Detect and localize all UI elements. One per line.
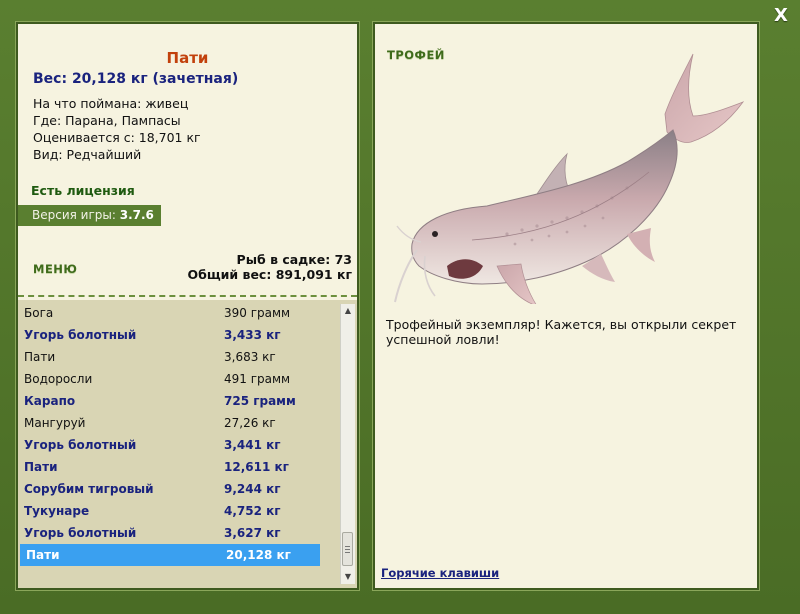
trophy-title: ТРОФЕЙ <box>387 48 445 62</box>
cage-count: Рыб в садке: 73 <box>236 252 352 267</box>
version-bar: Версия игры: 3.7.6 <box>18 205 161 226</box>
hotkeys-link[interactable]: Горячие клавиши <box>381 566 499 580</box>
fish-name-cell: Бога <box>24 306 54 320</box>
list-item[interactable]: Водоросли 491 грамм <box>18 368 338 390</box>
fish-weight-cell: 3,683 кг <box>224 350 276 364</box>
grip-line <box>345 552 350 553</box>
fish-name-cell: Карапо <box>24 394 76 408</box>
fish-weight-cell: 725 грамм <box>224 394 296 408</box>
list-item[interactable]: Тукунаре 4,752 кг <box>18 500 338 522</box>
list-item[interactable]: Пати 12,611 кг <box>18 456 338 478</box>
place-info: Где: Парана, Пампасы <box>33 113 181 128</box>
grip-line <box>345 546 350 547</box>
arrow-up-icon[interactable]: ▲ <box>341 304 355 318</box>
fish-weight-cell: 27,26 кг <box>224 416 276 430</box>
cage-total-weight: Общий вес: 891,091 кг <box>187 267 353 282</box>
trophy-panel: ТРОФЕЙ Трофейный экземпляр! Кажется, вы … <box>375 24 757 588</box>
fish-weight-cell: 390 грамм <box>224 306 291 320</box>
divider <box>18 295 357 297</box>
list-item[interactable]: Угорь болотный 3,433 кг <box>18 324 338 346</box>
fish-name-cell: Сорубим тигровый <box>24 482 154 496</box>
fish-weight-cell: 3,433 кг <box>224 328 281 342</box>
fish-weight-cell: 20,128 кг <box>226 548 291 562</box>
fish-image <box>394 53 745 304</box>
license-status: Есть лицензия <box>31 183 135 198</box>
fish-weight: Вес: 20,128 кг (зачетная) <box>33 71 239 87</box>
cage-stats: Рыб в садке: 73 Общий вес: 891,091 кг <box>188 252 353 282</box>
catch-list[interactable]: Бога 390 грамм Угорь болотный 3,433 кг Пати 3… <box>18 302 338 566</box>
scrollbar[interactable]: ▲ ▼ <box>340 304 355 584</box>
fish-weight-cell: 3,441 кг <box>224 438 281 452</box>
list-item[interactable]: Сорубим тигровый 9,244 кг <box>18 478 338 500</box>
list-item-selected[interactable]: Пати 20,128 кг <box>20 544 320 566</box>
fish-name-cell: Угорь болотный <box>24 438 137 452</box>
fish-weight-cell: 4,752 кг <box>224 504 281 518</box>
version-label: Версия игры: <box>32 208 116 222</box>
game-window: X Пати Вес: 20,128 кг (зачетная) На что … <box>0 0 800 614</box>
fish-name-cell: Пати <box>24 460 58 474</box>
bait-info: На что поймана: живец <box>33 96 189 111</box>
fish-name-cell: Пати <box>24 350 56 364</box>
fish-name-cell: Тукунаре <box>24 504 90 518</box>
fish-name-cell: Пати <box>26 548 60 562</box>
fish-name-cell: Угорь болотный <box>24 526 137 540</box>
list-item[interactable]: Угорь болотный 3,627 кг <box>18 522 338 544</box>
grip-line <box>345 549 350 550</box>
fish-name-cell: Водоросли <box>24 372 93 386</box>
list-item[interactable]: Карапо 725 грамм <box>18 390 338 412</box>
list-item[interactable]: Пати 3,683 кг <box>18 346 338 368</box>
list-item[interactable]: Бога 390 грамм <box>18 302 338 324</box>
fish-name-cell: Угорь болотный <box>24 328 137 342</box>
kind-info: Вид: Редчайший <box>33 147 142 162</box>
version-value: 3.7.6 <box>119 208 154 222</box>
fish-weight-cell: 491 грамм <box>224 372 291 386</box>
catch-list-area: Бога 390 грамм Угорь болотный 3,433 кг Пати 3… <box>18 300 357 588</box>
estimate-info: Оценивается с: 18,701 кг <box>33 130 201 145</box>
menu-button[interactable]: МЕНЮ <box>33 262 77 276</box>
scroll-thumb[interactable] <box>342 532 353 566</box>
fish-name-cell: Мангуруй <box>24 416 86 430</box>
fish-weight-cell: 9,244 кг <box>224 482 281 496</box>
list-item[interactable]: Мангуруй 27,26 кг <box>18 412 338 434</box>
fish-weight-cell: 3,627 кг <box>224 526 281 540</box>
arrow-down-icon[interactable]: ▼ <box>341 570 355 584</box>
list-item[interactable]: Угорь болотный 3,441 кг <box>18 434 338 456</box>
trophy-message: Трофейный экземпляр! Кажется, вы открыли… <box>386 317 737 347</box>
fish-weight-cell: 12,611 кг <box>224 460 289 474</box>
catch-info-panel: Пати Вес: 20,128 кг (зачетная) На что по… <box>18 24 357 588</box>
fish-name: Пати <box>166 49 209 67</box>
close-button[interactable]: X <box>772 6 790 26</box>
